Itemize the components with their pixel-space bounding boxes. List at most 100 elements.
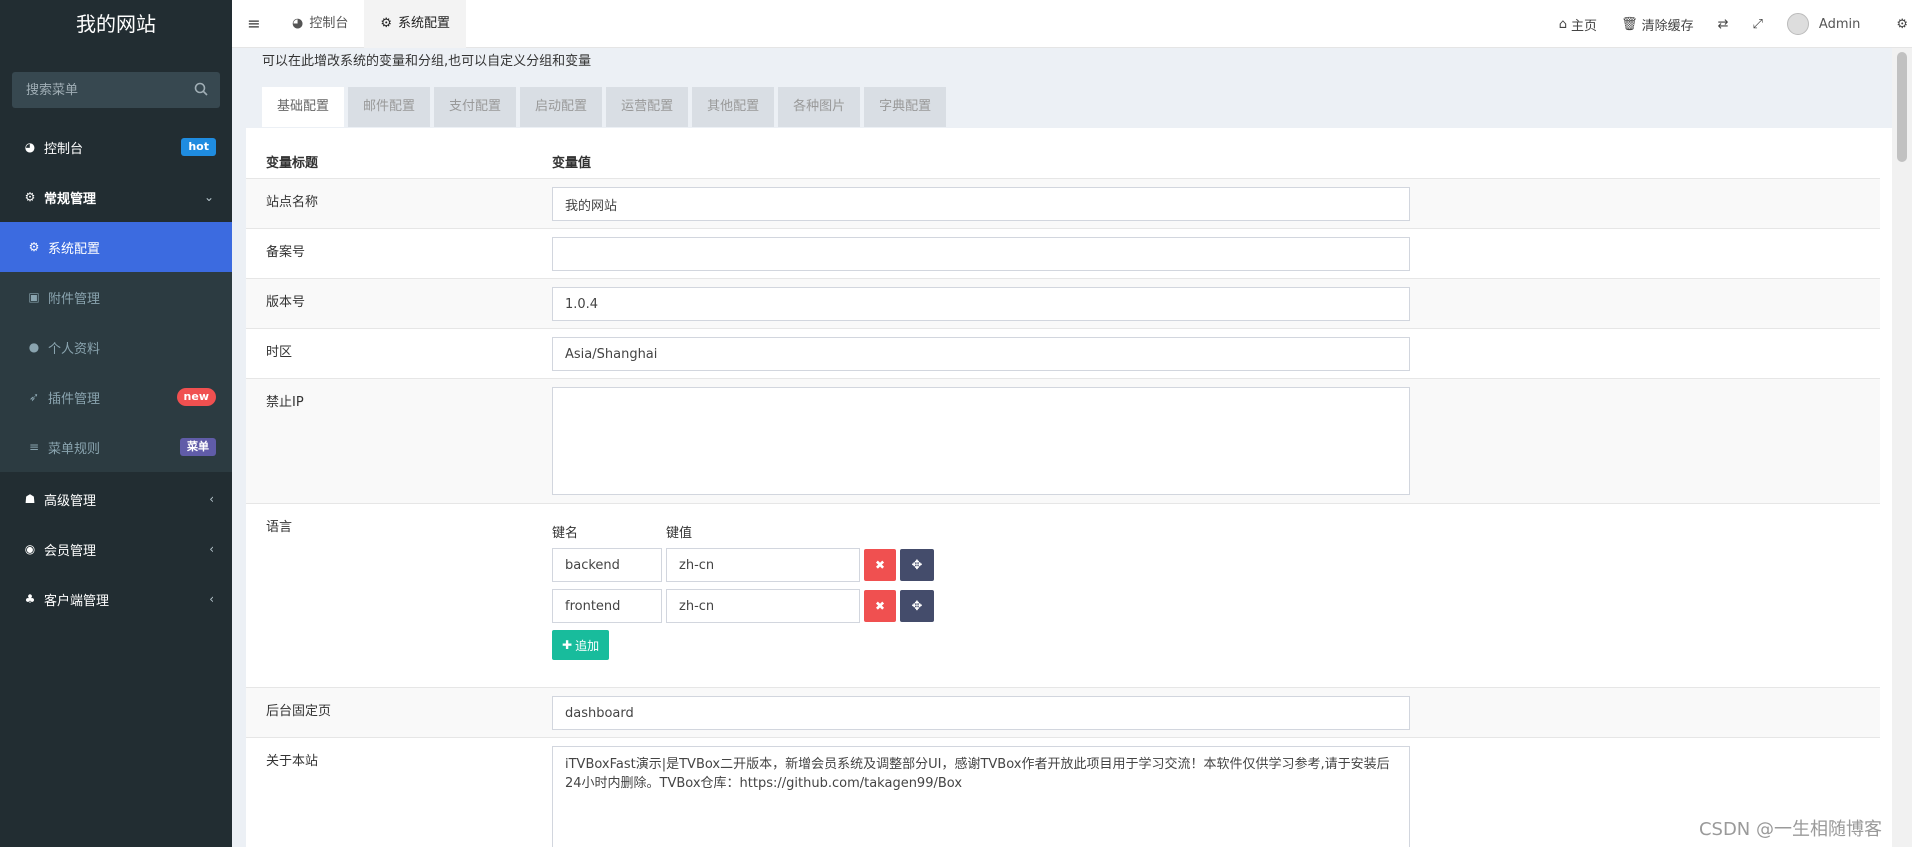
gear-icon: ⚙	[28, 240, 40, 254]
sidebar-item-members[interactable]: ◉ 会员管理 ‹	[0, 524, 232, 574]
table-row: 后台固定页 dashboard	[246, 687, 1880, 737]
sidebar-item-label: 会员管理	[44, 543, 97, 559]
sidebar-item-menu-rules[interactable]: ≡ 菜单规则 菜单	[0, 422, 232, 472]
clear-cache-button[interactable]: 🗑 清除缓存	[1609, 0, 1706, 48]
key-header: 键名	[552, 526, 579, 541]
add-row-button[interactable]: ✚ 追加	[552, 630, 610, 660]
sidebar-item-dashboard[interactable]: ◕ 控制台 hot	[0, 122, 232, 172]
watermark: CSDN @一生相随博客	[1698, 819, 1882, 840]
forbidden-ip-textarea[interactable]	[552, 387, 1410, 495]
settings-icon[interactable]: ⚙	[1884, 0, 1912, 48]
drag-handle[interactable]: ✥	[900, 590, 934, 622]
avatar	[1786, 13, 1809, 35]
config-tabs: 基础配置 邮件配置 支付配置 启动配置 运营配置 其他配置 各种图片 字典配置	[262, 87, 947, 127]
table-row: 时区 Asia/Shanghai	[246, 328, 1880, 378]
header-value: 变量值	[552, 156, 592, 171]
trash-icon: 🗑	[1621, 16, 1638, 32]
beian-input[interactable]	[552, 237, 1410, 271]
scrollbar-thumb[interactable]	[1897, 52, 1907, 162]
sidebar-item-label: 个人资料	[48, 341, 101, 357]
tab-operation-config[interactable]: 运营配置	[606, 87, 689, 127]
home-label: 主页	[1571, 18, 1598, 34]
list-icon: ≡	[28, 440, 40, 454]
new-badge: new	[176, 388, 216, 406]
search-icon[interactable]	[194, 82, 208, 100]
tab-dict-config[interactable]: 字典配置	[864, 87, 947, 127]
sidebar: 我的网站 ◕ 控制台 hot ⚙ 常规管理 ⌄ ⚙ 系统配置 ▣ 附件管理 ● …	[0, 0, 232, 847]
field-label: 时区	[266, 345, 293, 360]
site-name-input[interactable]: 我的网站	[552, 187, 1410, 221]
remove-button[interactable]: ✖	[864, 590, 896, 622]
kv-header: 键名 键值	[552, 522, 692, 541]
drag-handle[interactable]: ✥	[900, 549, 934, 581]
image-icon: ▣	[28, 290, 40, 304]
content: 可以在此增改系统的变量和分组,也可以自定义分组和变量 基础配置 邮件配置 支付配…	[232, 48, 1892, 847]
language-icon[interactable]: ⇄	[1706, 0, 1741, 48]
timezone-input[interactable]: Asia/Shanghai	[552, 337, 1410, 371]
tab-label: 控制台	[309, 15, 349, 31]
sidebar-search	[12, 72, 220, 108]
table-row: 关于本站 iTVBoxFast演示|是TVBox二开版本，新增会员系统及调整部分…	[246, 737, 1880, 847]
site-logo[interactable]: 我的网站	[0, 0, 232, 48]
gear-icon: ⚙	[380, 15, 393, 31]
search-input[interactable]	[12, 72, 220, 108]
sidebar-item-label: 菜单规则	[48, 441, 101, 457]
dashboard-icon: ◕	[292, 15, 304, 31]
remove-button[interactable]: ✖	[864, 549, 896, 581]
kv-row: frontend zh-cn ✖ ✥	[552, 589, 934, 623]
sidebar-item-profile[interactable]: ● 个人资料	[0, 322, 232, 372]
topbar: ≡ ◕ 控制台 ⚙ 系统配置 ⌂ 主页 🗑 清除缓存 ⇄ ⤢ Admin ⚙	[232, 0, 1912, 48]
sidebar-item-advanced[interactable]: ☗ 高级管理 ‹	[0, 474, 232, 524]
key-input[interactable]: frontend	[552, 589, 662, 623]
android-icon: ♣	[24, 592, 36, 606]
chevron-left-icon: ‹	[209, 542, 214, 556]
sidebar-item-plugins[interactable]: ➶ 插件管理 new	[0, 372, 232, 422]
table-row: 禁止IP	[246, 378, 1880, 503]
sidebar-item-system-config[interactable]: ⚙ 系统配置	[0, 222, 232, 272]
sidebar-item-label: 控制台	[44, 141, 84, 157]
sidebar-item-label: 高级管理	[44, 493, 97, 509]
scrollbar[interactable]	[1892, 48, 1912, 847]
tab-dashboard[interactable]: ◕ 控制台	[276, 0, 364, 48]
move-icon: ✥	[911, 598, 923, 614]
sidebar-item-attachments[interactable]: ▣ 附件管理	[0, 272, 232, 322]
user-circle-icon: ◉	[24, 542, 36, 556]
tab-images[interactable]: 各种图片	[778, 87, 861, 127]
users-icon: ☗	[24, 492, 36, 506]
value-input[interactable]: zh-cn	[666, 548, 860, 582]
field-label: 关于本站	[266, 754, 319, 769]
menu-toggle-icon[interactable]: ≡	[232, 14, 276, 33]
tab-label: 系统配置	[398, 15, 451, 31]
sidebar-item-clients[interactable]: ♣ 客户端管理 ‹	[0, 574, 232, 624]
fixed-page-input[interactable]: dashboard	[552, 696, 1410, 730]
user-menu[interactable]: Admin	[1775, 0, 1884, 48]
fullscreen-icon[interactable]: ⤢	[1741, 0, 1775, 48]
tab-launch-config[interactable]: 启动配置	[520, 87, 603, 127]
value-input[interactable]: zh-cn	[666, 589, 860, 623]
home-link[interactable]: ⌂ 主页	[1547, 0, 1609, 48]
tab-mail-config[interactable]: 邮件配置	[348, 87, 431, 127]
chevron-left-icon: ‹	[209, 592, 214, 606]
sidebar-item-general[interactable]: ⚙ 常规管理 ⌄	[0, 172, 232, 222]
tab-other-config[interactable]: 其他配置	[692, 87, 775, 127]
table-row: 语言 键名 键值 backend zh-cn ✖ ✥ frontend zh-c…	[246, 503, 1880, 687]
key-input[interactable]: backend	[552, 548, 662, 582]
sidebar-item-label: 常规管理	[44, 191, 97, 207]
clear-cache-label: 清除缓存	[1641, 18, 1694, 34]
tab-system-config[interactable]: ⚙ 系统配置	[364, 0, 467, 48]
cogs-icon: ⚙	[24, 190, 36, 204]
tab-basic-config[interactable]: 基础配置	[262, 87, 345, 127]
version-input[interactable]: 1.0.4	[552, 287, 1410, 321]
value-header: 键值	[666, 526, 693, 541]
field-label: 语言	[266, 520, 293, 535]
table-header: 变量标题 变量值	[246, 128, 1880, 178]
add-label: 追加	[575, 638, 600, 653]
user-name: Admin	[1818, 16, 1861, 32]
about-textarea[interactable]: iTVBoxFast演示|是TVBox二开版本，新增会员系统及调整部分UI，感谢…	[552, 746, 1410, 847]
tab-pay-config[interactable]: 支付配置	[434, 87, 517, 127]
submenu-general: ⚙ 系统配置 ▣ 附件管理 ● 个人资料 ➶ 插件管理 new ≡ 菜单规则 菜…	[0, 222, 232, 472]
config-panel: 变量标题 变量值 站点名称 我的网站 备案号 版本号 1.0.4 时区 Asia…	[246, 128, 1892, 847]
close-icon: ✖	[874, 599, 886, 613]
field-label: 版本号	[266, 295, 306, 310]
close-icon: ✖	[874, 558, 886, 572]
